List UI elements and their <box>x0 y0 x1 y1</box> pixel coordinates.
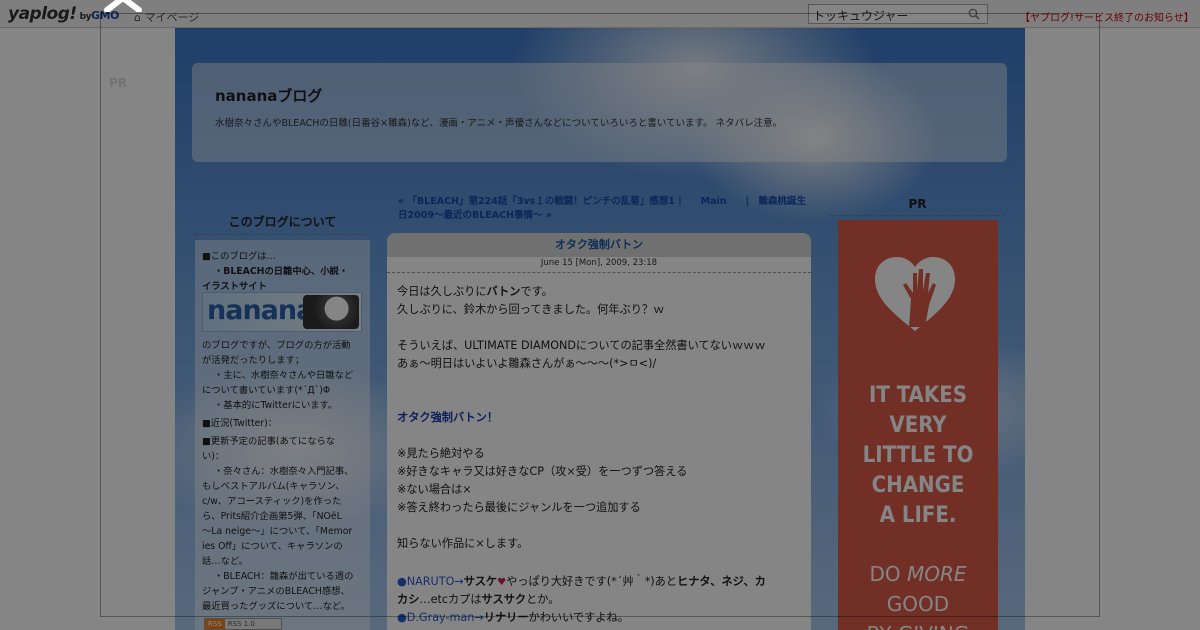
modal-frame <box>100 13 1100 617</box>
close-icon[interactable] <box>101 0 145 12</box>
